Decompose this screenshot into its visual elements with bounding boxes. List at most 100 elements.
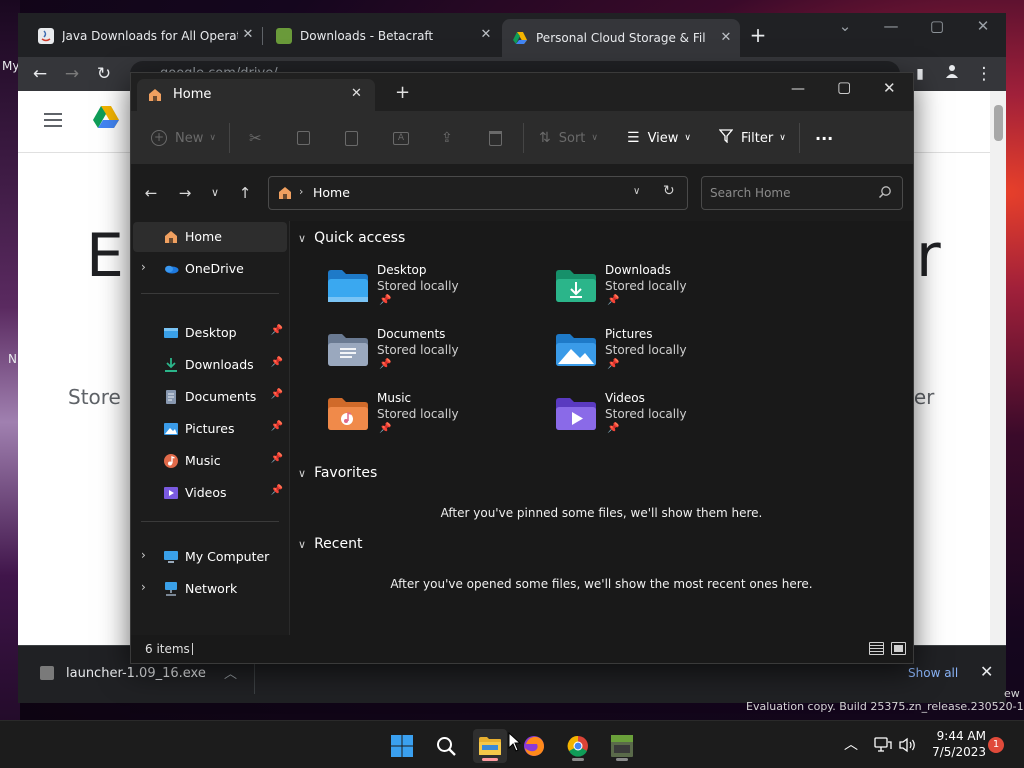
tab-search-button[interactable]: ⌄: [822, 15, 868, 41]
refresh-icon[interactable]: ↻: [663, 183, 675, 199]
show-all-button[interactable]: Show all: [908, 666, 958, 680]
profile-icon[interactable]: [940, 62, 964, 86]
forward-button[interactable]: →: [60, 62, 84, 86]
delete-button[interactable]: [489, 127, 502, 149]
explorer-close-button[interactable]: ✕: [883, 79, 896, 97]
back-button[interactable]: ←: [28, 62, 52, 86]
paste-button[interactable]: [345, 127, 358, 149]
item-status: Stored locally: [377, 279, 459, 293]
close-icon[interactable]: ✕: [240, 27, 256, 43]
reload-button[interactable]: ↻: [92, 62, 116, 86]
pin-icon[interactable]: 📌: [271, 485, 283, 496]
betacraft-icon: [276, 28, 292, 44]
quick-access-item[interactable]: Downloads Stored locally 📌: [555, 263, 755, 319]
pin-icon[interactable]: 📌: [271, 357, 283, 368]
copy-button[interactable]: [297, 127, 310, 149]
pin-icon: 📌: [379, 359, 392, 370]
sidebar-item-desktop[interactable]: Desktop 📌: [133, 318, 287, 348]
close-downloads-icon[interactable]: ✕: [980, 662, 993, 681]
sort-button[interactable]: ⇅ Sort ∨: [539, 127, 598, 149]
windows-start-icon[interactable]: [385, 729, 419, 763]
search-input[interactable]: Search Home: [701, 176, 903, 210]
up-arrow-icon[interactable]: ↑: [233, 181, 257, 205]
tiles-view-icon[interactable]: [891, 642, 906, 655]
pin-icon[interactable]: 📌: [271, 325, 283, 336]
clock[interactable]: 9:44 AM 7/5/2023: [926, 728, 986, 760]
sidebar-item-network[interactable]: › Network: [133, 574, 287, 604]
watermark-fragment: ew: [1004, 687, 1020, 700]
notification-badge[interactable]: 1: [988, 737, 1004, 753]
minimize-button[interactable]: —: [868, 15, 914, 41]
minecraft-icon[interactable]: [605, 729, 639, 763]
chevron-right-icon[interactable]: ›: [141, 548, 146, 562]
more-options-button[interactable]: ···: [815, 127, 833, 149]
bookmarks-fragment: My: [2, 59, 20, 73]
address-dropdown-icon[interactable]: ∨: [633, 186, 640, 197]
close-icon[interactable]: ✕: [718, 30, 734, 46]
chevron-up-icon[interactable]: ︿: [224, 663, 237, 682]
show-hidden-icons-chevron[interactable]: ︿: [844, 734, 858, 754]
firefox-icon[interactable]: [517, 729, 551, 763]
close-icon[interactable]: ✕: [478, 27, 494, 43]
pin-icon[interactable]: 📌: [271, 389, 283, 400]
menu-icon[interactable]: ⋮: [972, 62, 996, 86]
sidebar-item-label: Home: [185, 229, 222, 244]
share-button[interactable]: ⇪: [441, 127, 453, 149]
scrollbar-thumb[interactable]: [994, 105, 1003, 141]
favorites-header[interactable]: ∨ Favorites: [298, 465, 377, 481]
tab-java[interactable]: Java Downloads for All Operating ✕: [38, 23, 256, 49]
sidebar-item-onedrive[interactable]: › OneDrive: [133, 254, 287, 284]
details-view-icon[interactable]: [869, 642, 884, 655]
page-scrollbar[interactable]: [990, 91, 1006, 645]
sidebar-item-my-computer[interactable]: › My Computer: [133, 542, 287, 572]
quick-access-item[interactable]: Music Stored locally 📌: [327, 391, 527, 447]
close-tab-icon[interactable]: ✕: [351, 86, 362, 101]
explorer-maximize-button[interactable]: ▢: [837, 78, 851, 96]
cut-button[interactable]: ✂: [249, 127, 262, 149]
sidebar-item-videos[interactable]: Videos 📌: [133, 478, 287, 508]
quick-access-item[interactable]: Desktop Stored locally 📌: [327, 263, 527, 319]
view-button[interactable]: ☰ View ∨: [627, 127, 691, 149]
search-icon[interactable]: [429, 729, 463, 763]
quick-access-header[interactable]: ∨ Quick access: [298, 230, 405, 246]
computer-icon: [163, 549, 179, 565]
tab-drive[interactable]: Personal Cloud Storage & File Sh ✕: [502, 19, 740, 57]
forward-arrow-icon[interactable]: →: [173, 181, 197, 205]
file-explorer-icon[interactable]: [473, 729, 507, 763]
download-filename[interactable]: launcher-1.09_16.exe: [66, 666, 206, 681]
new-explorer-tab-button[interactable]: +: [395, 82, 410, 103]
close-button[interactable]: ✕: [960, 15, 1006, 41]
network-tray-icon[interactable]: [874, 737, 892, 756]
quick-access-item[interactable]: Documents Stored locally 📌: [327, 327, 527, 383]
new-tab-button[interactable]: +: [746, 23, 770, 47]
pin-icon[interactable]: 📌: [271, 453, 283, 464]
new-button[interactable]: + New ∨: [151, 127, 216, 149]
explorer-minimize-button[interactable]: —: [791, 81, 805, 97]
hamburger-icon[interactable]: [44, 113, 62, 127]
chrome-icon[interactable]: [561, 729, 595, 763]
recent-header[interactable]: ∨ Recent: [298, 536, 362, 552]
rename-button[interactable]: A: [393, 127, 409, 149]
tab-betacraft[interactable]: Downloads - Betacraft ✕: [276, 23, 494, 49]
back-arrow-icon[interactable]: ←: [139, 181, 163, 205]
maximize-button[interactable]: ▢: [914, 15, 960, 41]
explorer-address-bar: ← → ∨ ↑ › Home ∨ ↻ Search Home: [131, 165, 913, 221]
chevron-right-icon[interactable]: ›: [141, 580, 146, 594]
sidebar-item-downloads[interactable]: Downloads 📌: [133, 350, 287, 380]
navigation-pane: Home › OneDrive Desktop 📌 Downloads 📌 Do…: [131, 221, 289, 635]
clock-date: 7/5/2023: [932, 745, 986, 759]
explorer-tab-home[interactable]: Home ✕: [137, 79, 375, 111]
sidebar-item-pictures[interactable]: Pictures 📌: [133, 414, 287, 444]
sidebar-item-home[interactable]: Home: [133, 222, 287, 252]
recent-locations-icon[interactable]: ∨: [203, 181, 227, 205]
volume-icon[interactable]: [898, 737, 916, 756]
filter-button[interactable]: Filter ∨: [718, 127, 786, 149]
sidebar-item-music[interactable]: Music 📌: [133, 446, 287, 476]
quick-access-item[interactable]: Pictures Stored locally 📌: [555, 327, 755, 383]
address-box[interactable]: › Home ∨ ↻: [268, 176, 688, 210]
sort-icon: ⇅: [539, 130, 551, 146]
sidebar-item-documents[interactable]: Documents 📌: [133, 382, 287, 412]
quick-access-item[interactable]: Videos Stored locally 📌: [555, 391, 755, 447]
chevron-right-icon[interactable]: ›: [141, 260, 146, 274]
pin-icon[interactable]: 📌: [271, 421, 283, 432]
